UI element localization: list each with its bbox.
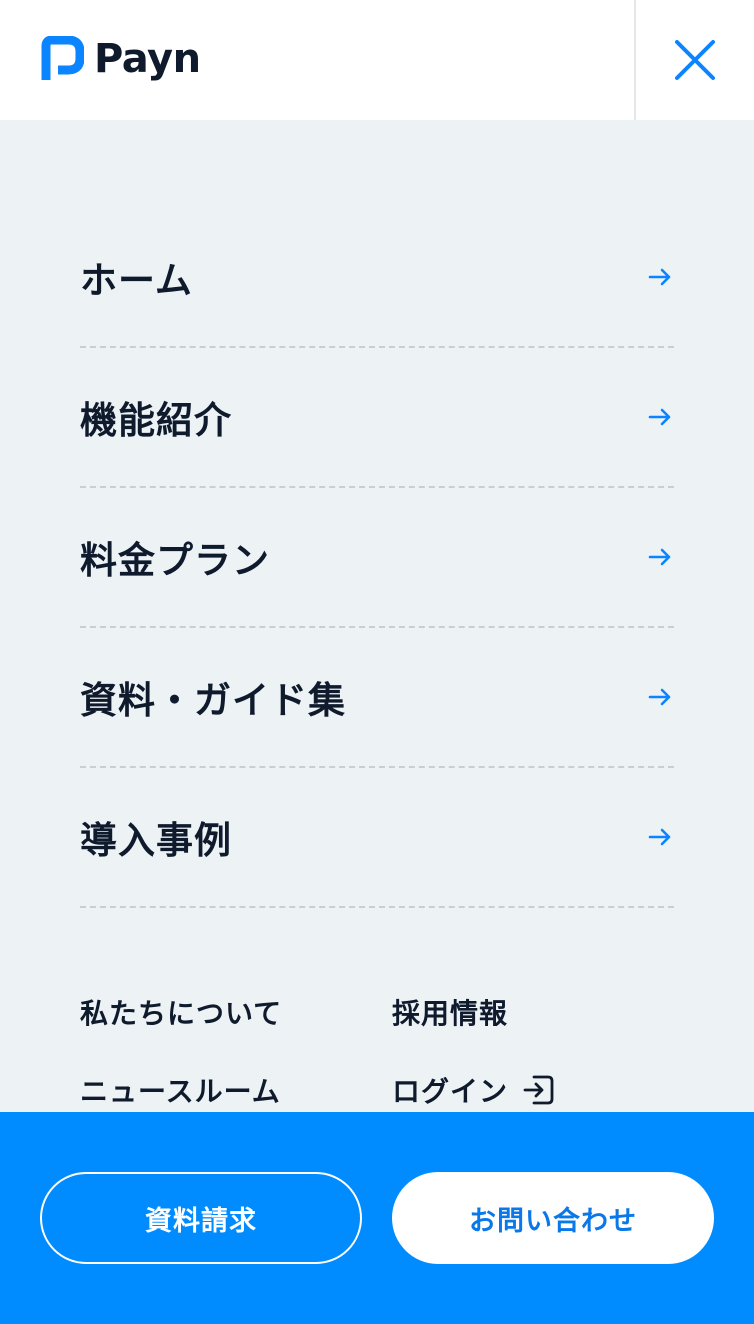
secondary-links: 私たちについて 採用情報 ニュースルーム ログイン <box>80 990 674 1110</box>
newsroom-link[interactable]: ニュースルーム <box>80 1070 281 1110</box>
login-icon <box>523 1075 554 1105</box>
login-label: ログイン <box>392 1075 509 1108</box>
arrow-right-icon <box>648 548 671 566</box>
arrow-right-icon <box>648 828 671 846</box>
nav-item-label: 料金プラン <box>80 539 270 582</box>
arrow-right-icon <box>648 688 671 706</box>
footer-cta-bar: 資料請求 お問い合わせ <box>0 1112 754 1324</box>
about-link[interactable]: 私たちについて <box>80 992 282 1032</box>
main-nav: ホーム 機能紹介 料金プラン 資料・ガイド集 導入事例 <box>80 208 674 908</box>
nav-item-home[interactable]: ホーム <box>80 208 674 348</box>
nav-item-label: ホーム <box>80 259 193 302</box>
header: Payn <box>0 0 754 120</box>
payn-logo-icon <box>41 36 84 80</box>
brand-logo[interactable]: Payn <box>40 36 201 82</box>
arrow-right-icon <box>648 268 671 286</box>
close-icon <box>675 40 715 80</box>
nav-item-case-studies[interactable]: 導入事例 <box>80 768 674 908</box>
nav-item-label: 資料・ガイド集 <box>80 679 346 722</box>
nav-item-label: 導入事例 <box>80 819 232 862</box>
nav-item-pricing[interactable]: 料金プラン <box>80 488 674 628</box>
nav-item-features[interactable]: 機能紹介 <box>80 348 674 488</box>
nav-item-label: 機能紹介 <box>80 399 232 442</box>
recruit-link[interactable]: 採用情報 <box>392 992 508 1032</box>
brand-name: Payn <box>94 36 201 82</box>
document-request-button[interactable]: 資料請求 <box>40 1172 362 1264</box>
login-link[interactable]: ログイン <box>392 1070 556 1110</box>
close-menu-button[interactable] <box>634 0 754 120</box>
arrow-right-icon <box>648 408 671 426</box>
contact-button[interactable]: お問い合わせ <box>392 1172 714 1264</box>
nav-item-resources[interactable]: 資料・ガイド集 <box>80 628 674 768</box>
